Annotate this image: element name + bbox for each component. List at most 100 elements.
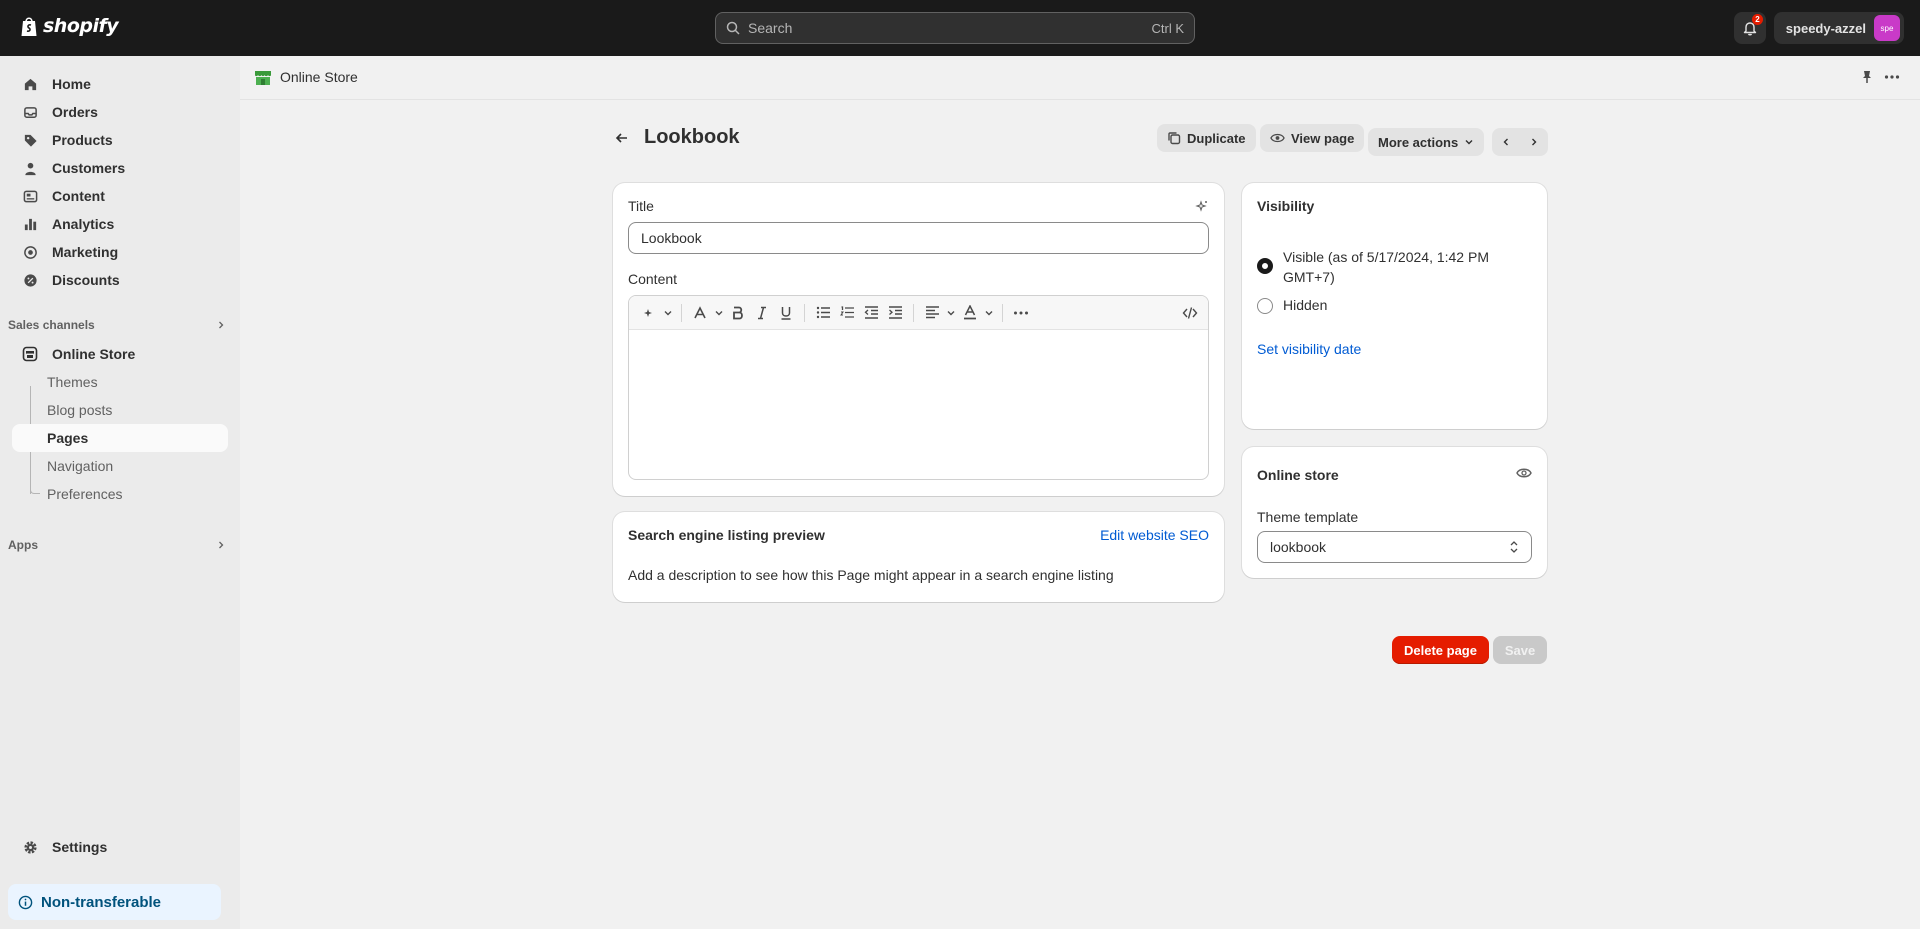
chevron-right-icon xyxy=(216,540,226,550)
chevron-down-icon[interactable] xyxy=(661,301,675,325)
sidebar-subitem-pages[interactable]: Pages xyxy=(12,424,228,452)
toolbar-divider xyxy=(913,303,914,322)
view-page-button[interactable]: View page xyxy=(1260,124,1365,152)
eye-icon[interactable] xyxy=(1516,467,1532,479)
indent-icon[interactable] xyxy=(883,301,907,325)
discount-icon xyxy=(22,272,38,288)
page-editor-card: Title Lookbook Content xyxy=(613,183,1224,496)
bullet-list-icon[interactable] xyxy=(811,301,835,325)
sidebar-item-marketing[interactable]: Marketing xyxy=(12,238,228,266)
sidebar-item-customers[interactable]: Customers xyxy=(12,154,228,182)
search-shortcut: Ctrl K xyxy=(1151,20,1185,36)
sidebar-item-home[interactable]: Home xyxy=(12,70,228,98)
ai-sparkle-icon[interactable] xyxy=(637,301,661,325)
save-button[interactable]: Save xyxy=(1493,636,1547,664)
chevron-down-icon[interactable] xyxy=(982,301,996,325)
set-visibility-date-link[interactable]: Set visibility date xyxy=(1257,341,1361,357)
top-bar: shopify Search Ctrl K 2 speedy-azzel spe xyxy=(0,0,1920,56)
non-transferable-label: Non-transferable xyxy=(41,893,162,911)
editor-toolbar xyxy=(629,296,1208,330)
toolbar-divider xyxy=(681,303,682,322)
delete-page-button[interactable]: Delete page xyxy=(1392,636,1489,664)
notification-badge: 2 xyxy=(1752,14,1763,25)
shopify-logo[interactable]: shopify xyxy=(20,15,119,37)
visible-label-line1: Visible (as of 5/17/2024, 1:42 PM xyxy=(1283,249,1489,265)
seo-heading: Search engine listing preview xyxy=(628,527,825,543)
code-view-icon[interactable] xyxy=(1178,301,1202,325)
notifications-button[interactable]: 2 xyxy=(1734,12,1766,44)
sales-channels-header[interactable]: Sales channels xyxy=(8,313,226,337)
content-label: Content xyxy=(628,271,678,287)
breadcrumb-label: Online Store xyxy=(280,69,358,85)
pagination xyxy=(1492,128,1548,156)
sidebar-subitem-label: Preferences xyxy=(47,486,123,502)
chart-icon xyxy=(22,216,38,232)
search-placeholder: Search xyxy=(748,20,793,36)
sidebar-item-products[interactable]: Products xyxy=(12,126,228,154)
store-menu-button[interactable]: speedy-azzel spe xyxy=(1774,12,1904,44)
chevron-down-icon[interactable] xyxy=(944,301,958,325)
chevron-down-icon xyxy=(1464,137,1474,147)
underline-icon[interactable] xyxy=(774,301,798,325)
seo-preview-card: Search engine listing preview Edit websi… xyxy=(613,512,1224,602)
hidden-radio[interactable] xyxy=(1257,298,1273,314)
breadcrumb[interactable]: Online Store xyxy=(254,68,358,86)
sidebar-item-label: Home xyxy=(52,76,91,92)
sidebar-item-label: Settings xyxy=(52,839,108,855)
select-chevrons-icon xyxy=(1509,540,1519,554)
sidebar-item-discounts[interactable]: Discounts xyxy=(12,266,228,294)
text-format-icon[interactable] xyxy=(688,301,712,325)
sidebar-item-label: Online Store xyxy=(52,346,136,362)
sidebar-item-label: Products xyxy=(52,132,113,148)
sidebar-item-label: Marketing xyxy=(52,244,119,260)
chevron-down-icon[interactable] xyxy=(712,301,726,325)
theme-template-select[interactable]: lookbook xyxy=(1257,531,1532,563)
chevron-right-icon[interactable] xyxy=(1529,137,1539,147)
magic-sparkle-icon[interactable] xyxy=(1195,199,1209,213)
chevron-right-icon xyxy=(216,320,226,330)
main-content: Online Store Lookbook Duplicate View pag… xyxy=(240,56,1920,929)
sidebar-subitem-blog-posts[interactable]: Blog posts xyxy=(12,396,228,424)
sidebar-subitem-navigation[interactable]: Navigation xyxy=(12,452,228,480)
rich-text-editor[interactable] xyxy=(628,295,1209,480)
sidebar-item-settings[interactable]: Settings xyxy=(12,833,228,861)
store-icon xyxy=(22,346,38,362)
apps-header[interactable]: Apps xyxy=(8,533,226,557)
visible-radio[interactable] xyxy=(1257,258,1273,274)
numbered-list-icon[interactable] xyxy=(835,301,859,325)
sidebar-item-content[interactable]: Content xyxy=(12,182,228,210)
content-icon xyxy=(22,188,38,204)
text-color-icon[interactable] xyxy=(958,301,982,325)
online-store-icon xyxy=(254,68,272,86)
sidebar-item-analytics[interactable]: Analytics xyxy=(12,210,228,238)
more-actions-button[interactable]: More actions xyxy=(1368,128,1485,156)
non-transferable-banner[interactable]: Non-transferable xyxy=(8,884,221,920)
chevron-left-icon[interactable] xyxy=(1501,137,1511,147)
outdent-icon[interactable] xyxy=(859,301,883,325)
title-field[interactable]: Lookbook xyxy=(628,222,1209,254)
shopify-bag-icon xyxy=(20,15,38,37)
theme-template-label: Theme template xyxy=(1257,509,1359,525)
search-input[interactable]: Search Ctrl K xyxy=(715,12,1195,44)
duplicate-label: Duplicate xyxy=(1187,130,1246,146)
edit-seo-link[interactable]: Edit website SEO xyxy=(1100,527,1209,543)
duplicate-button[interactable]: Duplicate xyxy=(1157,124,1256,152)
toolbar-divider xyxy=(1002,303,1003,322)
align-left-icon[interactable] xyxy=(920,301,944,325)
sidebar: Home Orders Products Customers Content A… xyxy=(0,56,240,929)
more-options-icon[interactable] xyxy=(1884,70,1900,84)
title-label: Title xyxy=(628,198,654,214)
store-name: speedy-azzel xyxy=(1785,20,1866,36)
sidebar-item-online-store[interactable]: Online Store xyxy=(12,340,228,368)
bold-icon[interactable] xyxy=(726,301,750,325)
sidebar-subitem-themes[interactable]: Themes xyxy=(12,368,228,396)
sidebar-item-orders[interactable]: Orders xyxy=(12,98,228,126)
back-arrow-icon[interactable] xyxy=(614,130,630,146)
sidebar-subitem-label: Navigation xyxy=(47,458,114,474)
pin-icon[interactable] xyxy=(1860,70,1874,84)
duplicate-icon xyxy=(1167,131,1181,145)
theme-template-value: lookbook xyxy=(1270,539,1327,555)
more-formatting-icon[interactable] xyxy=(1009,301,1033,325)
sidebar-subitem-preferences[interactable]: Preferences xyxy=(12,480,228,508)
italic-icon[interactable] xyxy=(750,301,774,325)
